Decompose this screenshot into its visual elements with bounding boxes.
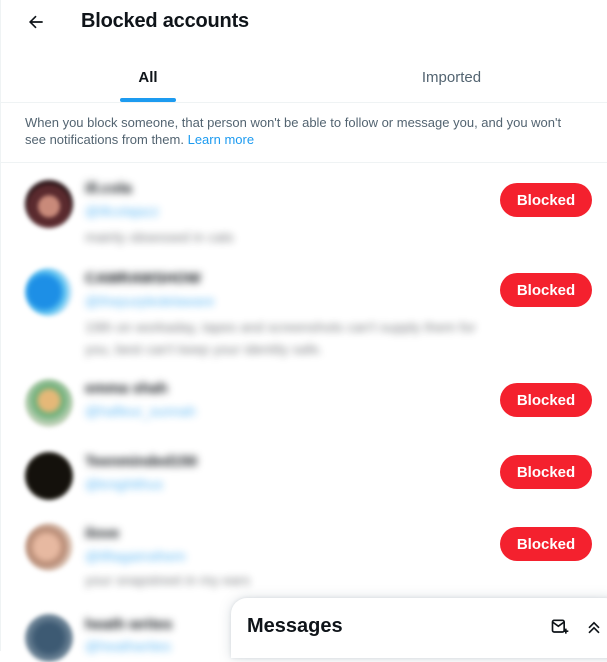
tab-imported[interactable]: Imported [295, 52, 607, 102]
avatar[interactable] [25, 614, 73, 662]
account-name[interactable]: ilove [85, 525, 119, 542]
account-handle: @heathwrites [85, 638, 171, 654]
avatar[interactable] [25, 268, 73, 316]
messages-title: Messages [247, 615, 343, 637]
account-bio: your snapstreet in my ears [85, 572, 250, 588]
avatar[interactable] [25, 452, 73, 500]
tab-bar: All Imported [1, 52, 607, 103]
tab-all-label: All [138, 68, 158, 86]
page-title: Blocked accounts [81, 10, 249, 32]
account-name[interactable]: CAMRAWSHOW [85, 270, 201, 287]
arrow-left-icon [28, 15, 43, 29]
list-item[interactable]: emma shah @hafleur_sunnah Blocked [1, 372, 607, 442]
tab-imported-label: Imported [421, 68, 482, 86]
blocked-button[interactable]: Blocked [500, 383, 592, 417]
account-name[interactable]: emma shah [85, 380, 168, 397]
blocked-button[interactable]: Blocked [500, 183, 592, 217]
header: Blocked accounts [1, 0, 607, 45]
block-info-text: When you block someone, that person won'… [25, 114, 585, 148]
account-name[interactable]: heath writes [85, 616, 173, 633]
account-handle: @liftagainsthem [85, 548, 186, 564]
divider [1, 162, 607, 163]
back-button[interactable] [23, 9, 49, 35]
list-item[interactable]: ilove @liftagainsthem your snapstreet in… [1, 515, 607, 600]
account-handle: @knightthus [85, 476, 164, 492]
account-name[interactable]: Teenminded150 [85, 453, 197, 470]
list-item[interactable]: Teenminded150 @knightthus Blocked [1, 445, 607, 515]
account-name[interactable]: ill.cola [85, 180, 132, 197]
account-bio: mainly obsessed in cats [85, 229, 234, 245]
avatar[interactable] [25, 523, 73, 571]
learn-more-link[interactable]: Learn more [188, 132, 254, 147]
blocked-accounts-page: Blocked accounts All Imported When you b… [0, 0, 607, 662]
blocked-button[interactable]: Blocked [500, 527, 592, 561]
tab-all[interactable]: All [1, 52, 295, 102]
avatar[interactable] [25, 180, 73, 228]
chevrons-up-icon[interactable] [583, 616, 605, 638]
account-handle: @illcolajazz [85, 203, 160, 219]
tab-selected-indicator [120, 98, 176, 102]
avatar[interactable] [25, 379, 73, 427]
blocked-button[interactable]: Blocked [500, 455, 592, 489]
account-handle: @hafleur_sunnah [85, 403, 196, 419]
block-info-body: When you block someone, that person won'… [25, 115, 562, 147]
account-bio: 19th on workaday, tapes and screenshots … [85, 319, 476, 357]
messages-drawer[interactable]: Messages [231, 598, 607, 658]
list-item[interactable]: ill.cola @illcolajazz mainly obsessed in… [1, 170, 607, 255]
blocked-button[interactable]: Blocked [500, 273, 592, 307]
new-message-icon[interactable] [549, 616, 571, 638]
list-item[interactable]: CAMRAWSHOW @thepurpledelaware 19th on wo… [1, 260, 607, 370]
account-handle: @thepurpledelaware [85, 293, 215, 309]
